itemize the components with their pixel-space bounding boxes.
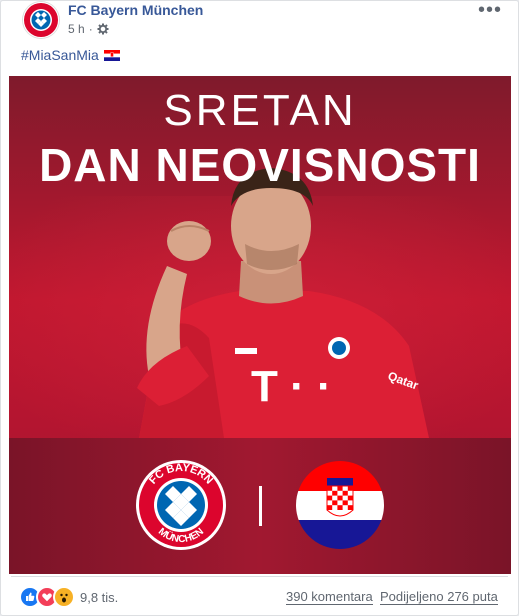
- hashtag-link[interactable]: #MiaSanMia: [21, 47, 99, 63]
- reaction-count[interactable]: 9,8 tis.: [80, 590, 118, 605]
- meta-separator: ·: [88, 22, 93, 36]
- croatia-flag-icon: [103, 49, 120, 61]
- post-meta: 5 h ·: [68, 22, 109, 36]
- post-footer: 9,8 tis. 390 komentara Podijeljeno 276 p…: [11, 576, 508, 615]
- page-name-link[interactable]: FC Bayern München: [68, 2, 203, 18]
- bayern-logo-large-icon: FC BAYERN MÜNCHEN: [136, 460, 226, 550]
- shares-count-link[interactable]: Podijeljeno 276 puta: [380, 589, 498, 605]
- shirt-sponsor: T · ·: [251, 362, 332, 411]
- post-time[interactable]: 5 h: [68, 22, 85, 36]
- post-image[interactable]: T · · Qatar SRETAN DAN NEOVISNOSTI FC BA…: [9, 76, 511, 574]
- image-title-line2: DAN NEOVISNOSTI: [39, 139, 481, 191]
- image-title-line1: SRETAN: [163, 86, 357, 135]
- post-text: #MiaSanMia: [21, 47, 120, 63]
- croatia-flag-circle-icon: [296, 461, 384, 549]
- wow-icon: [53, 586, 75, 608]
- avatar[interactable]: [22, 1, 60, 39]
- more-options-icon[interactable]: •••: [478, 0, 502, 22]
- comments-count-link[interactable]: 390 komentara: [286, 589, 373, 605]
- bayern-logo-icon: [23, 2, 59, 38]
- gear-icon[interactable]: [97, 23, 109, 35]
- post-card: FC Bayern München 5 h · ••• #MiaSanMia T…: [0, 0, 519, 616]
- reactions-summary[interactable]: 9,8 tis.: [19, 586, 118, 608]
- post-header: FC Bayern München 5 h · •••: [13, 0, 508, 41]
- logo-band: FC BAYERN MÜNCHEN: [9, 438, 511, 574]
- logos-row: FC BAYERN MÜNCHEN: [136, 460, 384, 550]
